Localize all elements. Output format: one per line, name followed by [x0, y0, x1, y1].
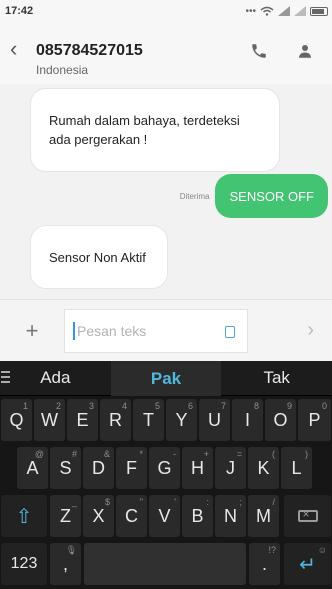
key[interactable]: ' V: [149, 495, 180, 537]
key[interactable]: 4R: [100, 399, 131, 441]
battery-icon: [310, 6, 328, 16]
text-cursor: [73, 321, 75, 340]
enter-icon[interactable]: ☺ ↵: [284, 543, 331, 585]
emoji-icon: ☺: [317, 545, 327, 555]
key[interactable]: / M: [248, 495, 279, 537]
key[interactable]: ; N: [215, 495, 246, 537]
contact-region: Indonesia: [36, 63, 89, 77]
wifi-icon: [260, 6, 274, 16]
message-row-outgoing: Diterima SENSOR OFF: [180, 174, 328, 218]
send-icon[interactable]: ›: [307, 319, 314, 342]
shift-icon[interactable]: ⇧: [1, 495, 47, 537]
key[interactable]: " C: [116, 495, 147, 537]
key[interactable]: @ A: [17, 447, 48, 489]
key-row-1: 1Q 2W 3E 4R 5T 6Y 7U 8I 9O 0P: [0, 396, 332, 444]
contact-info[interactable]: 085784527015 Indonesia: [36, 42, 143, 77]
message-placeholder: Pesan teks: [77, 322, 147, 339]
plus-icon[interactable]: +: [0, 318, 64, 344]
status-bar: 17:42 •••: [0, 0, 332, 22]
period-key[interactable]: !?.: [249, 543, 280, 585]
message-bubble-incoming[interactable]: Rumah dalam bahaya, terdeteksi ada perge…: [30, 88, 280, 172]
key[interactable]: ) L: [281, 447, 312, 489]
suggestion-bar: Ada Pak Tak: [0, 360, 332, 396]
message-input[interactable]: Pesan teks: [64, 308, 248, 353]
key[interactable]: = J: [215, 447, 246, 489]
contact-number: 085784527015: [36, 42, 143, 59]
key[interactable]: $ X: [83, 495, 114, 537]
numbers-key[interactable]: 123: [1, 543, 47, 585]
suggestion-item[interactable]: Tak: [221, 368, 332, 388]
sim-icon[interactable]: [225, 325, 235, 338]
key-row-3: ⇧ _ Z $ X " C ' V :B ; N / M: [0, 492, 332, 540]
message-bubble-incoming[interactable]: Sensor Non Aktif: [30, 225, 168, 289]
key[interactable]: # S: [50, 447, 81, 489]
more-icon: •••: [245, 5, 256, 17]
menu-icon[interactable]: [1, 371, 10, 386]
key[interactable]: 9O: [265, 399, 296, 441]
signal-icon: [294, 6, 306, 16]
backspace-icon[interactable]: [284, 495, 331, 537]
key[interactable]: * F: [116, 447, 147, 489]
key[interactable]: 6Y: [166, 399, 197, 441]
key[interactable]: _ Z: [50, 495, 81, 537]
status-icons: •••: [245, 6, 328, 17]
key[interactable]: 2W: [34, 399, 65, 441]
header-actions: [250, 42, 322, 60]
comma-key[interactable]: 🎙,: [50, 543, 81, 585]
space-key[interactable]: [84, 543, 246, 585]
phone-icon[interactable]: [250, 42, 268, 60]
suggestion-item[interactable]: Ada: [0, 368, 111, 388]
key[interactable]: + H: [182, 447, 213, 489]
keyboard: Ada Pak Tak 1Q 2W 3E 4R 5T 6Y 7U 8I 9O 0…: [0, 360, 332, 589]
key[interactable]: 5T: [133, 399, 164, 441]
key[interactable]: 7U: [199, 399, 230, 441]
key[interactable]: (K: [248, 447, 279, 489]
key[interactable]: -G: [149, 447, 180, 489]
key[interactable]: 1Q: [1, 399, 32, 441]
key[interactable]: :B: [182, 495, 213, 537]
key[interactable]: 3E: [67, 399, 98, 441]
suggestion-item[interactable]: Pak: [110, 360, 222, 396]
key-row-2: @ A # S & D * F -G + H = J (K ) L: [0, 444, 332, 492]
status-time: 17:42: [5, 5, 34, 17]
mic-icon: 🎙: [65, 545, 77, 555]
key[interactable]: 8I: [232, 399, 263, 441]
chevron-left-icon[interactable]: ‹: [10, 38, 36, 60]
person-icon[interactable]: [296, 42, 314, 60]
conversation-header: ‹ 085784527015 Indonesia: [0, 22, 332, 84]
message-bubble-outgoing[interactable]: SENSOR OFF: [215, 174, 328, 218]
key-row-4: 123 🎙, !?. ☺ ↵: [0, 540, 332, 589]
key[interactable]: 0P: [298, 399, 331, 441]
key[interactable]: & D: [83, 447, 114, 489]
delivery-status: Diterima: [179, 191, 210, 201]
message-list[interactable]: Rumah dalam bahaya, terdeteksi ada perge…: [0, 84, 332, 299]
signal-icon: [278, 6, 290, 16]
compose-bar: + Pesan teks ›: [0, 299, 332, 361]
